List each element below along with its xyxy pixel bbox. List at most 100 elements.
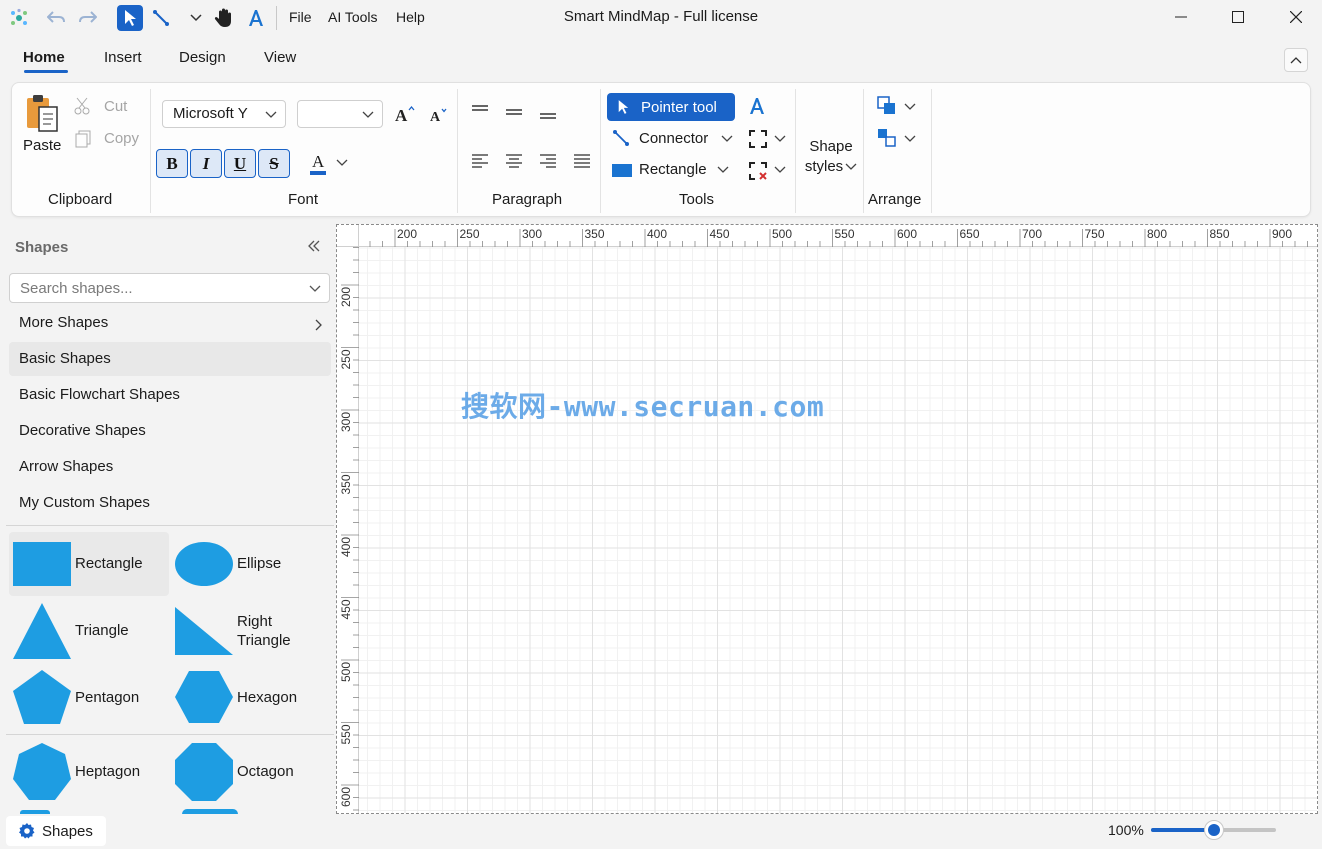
strikethrough-button[interactable]: S <box>258 149 290 178</box>
cut-icon <box>74 97 92 118</box>
chevron-down-icon[interactable] <box>904 135 916 143</box>
align-bottom-icon[interactable] <box>540 107 556 123</box>
shape-styles-button[interactable]: Shape styles <box>802 137 860 177</box>
minimize-button[interactable] <box>1158 0 1204 34</box>
chevron-down-icon[interactable] <box>774 166 786 174</box>
category-arrow-shapes[interactable]: Arrow Shapes <box>9 450 331 484</box>
shape-right-triangle[interactable]: Right Triangle <box>171 599 331 663</box>
align-top-icon[interactable] <box>472 103 488 119</box>
ruler-left-label: 450 <box>339 599 353 619</box>
collapse-ribbon-button[interactable] <box>1284 48 1308 72</box>
shape-hexagon[interactable]: Hexagon <box>171 666 331 730</box>
octagon-shape-icon <box>175 743 233 801</box>
italic-button[interactable]: I <box>190 149 222 178</box>
font-color-letter: A <box>312 152 325 171</box>
pointer-tool-button[interactable]: Pointer tool <box>607 93 735 121</box>
underline-button[interactable]: U <box>224 149 256 178</box>
copy-button[interactable]: Copy <box>104 130 139 147</box>
menu-ai-tools[interactable]: AI Tools <box>328 9 378 25</box>
bring-forward-icon[interactable] <box>877 96 897 119</box>
active-tab-indicator <box>24 70 68 73</box>
font-size-combo[interactable] <box>297 100 383 128</box>
shape-styles-label-1: Shape <box>809 138 853 155</box>
pointer-tool-label: Pointer tool <box>641 98 717 116</box>
category-basic-shapes[interactable]: Basic Shapes <box>9 342 331 376</box>
align-center-icon[interactable] <box>506 154 522 171</box>
send-backward-icon[interactable] <box>877 128 897 151</box>
category-more-shapes[interactable]: More Shapes <box>9 306 331 340</box>
tab-home[interactable]: Home <box>23 49 65 66</box>
paste-button[interactable]: Paste <box>23 137 61 154</box>
group-separator <box>150 89 151 213</box>
shape-heptagon[interactable]: Heptagon <box>9 740 169 804</box>
tab-view[interactable]: View <box>264 49 296 66</box>
text-tool-icon[interactable] <box>748 97 766 118</box>
rectangle-tool-button[interactable]: Rectangle <box>639 161 707 178</box>
diagram-canvas[interactable]: 200 250 300 350 400 450 500 550 600 650 700 750 800 8… <box>336 224 1318 814</box>
chevron-down-icon[interactable] <box>183 5 209 31</box>
shape-rectangle[interactable]: Rectangle <box>9 532 169 596</box>
font-color-button[interactable]: A <box>308 151 352 177</box>
hand-tool-icon[interactable] <box>211 5 237 31</box>
align-middle-icon[interactable] <box>506 105 522 121</box>
category-decorative-shapes[interactable]: Decorative Shapes <box>9 414 331 448</box>
paragraph-group-label: Paragraph <box>492 191 563 208</box>
canvas-grid[interactable] <box>359 247 1317 813</box>
clipboard-group-label: Clipboard <box>48 191 113 208</box>
shape-label: Octagon <box>237 763 294 780</box>
close-button[interactable] <box>1273 0 1319 34</box>
panel-divider <box>6 734 334 735</box>
undo-icon[interactable] <box>43 5 69 31</box>
category-my-custom-shapes[interactable]: My Custom Shapes <box>9 486 331 520</box>
align-right-icon[interactable] <box>540 154 556 171</box>
zoom-slider[interactable] <box>1151 820 1276 840</box>
connector-tool-icon[interactable] <box>148 5 174 31</box>
tab-design[interactable]: Design <box>179 49 226 66</box>
copy-icon <box>74 130 92 151</box>
chevron-down-icon[interactable] <box>717 166 729 174</box>
shrink-font-icon[interactable]: A <box>430 107 448 126</box>
ruler-top-label: 250 <box>460 227 480 241</box>
grow-font-icon[interactable]: A <box>395 105 415 126</box>
status-shapes-tab[interactable]: Shapes <box>6 816 106 846</box>
align-left-icon[interactable] <box>472 154 488 171</box>
rectangle-shape-icon <box>13 542 71 586</box>
ruler-left-label: 500 <box>339 662 353 682</box>
chevron-down-icon <box>309 285 321 292</box>
ruler-left-ticks: 200 250 300 350 400 450 500 550 600 <box>339 247 359 811</box>
ruler-left-label: 200 <box>339 287 353 307</box>
font-family-combo[interactable]: Microsoft Y <box>162 100 286 128</box>
chevron-down-icon[interactable] <box>721 135 733 143</box>
pointer-tool-icon[interactable] <box>117 5 143 31</box>
ruler-top-label: 650 <box>960 227 980 241</box>
shape-triangle[interactable]: Triangle <box>9 599 169 663</box>
tab-insert[interactable]: Insert <box>104 49 142 66</box>
deselect-area-icon[interactable] <box>748 161 768 184</box>
chevron-down-icon <box>336 159 348 166</box>
text-tool-icon[interactable] <box>243 5 269 31</box>
ruler-top-label: 450 <box>710 227 730 241</box>
ribbon: Paste Cut Copy Clipboard Microsoft Y A A… <box>11 82 1311 217</box>
maximize-button[interactable] <box>1215 0 1261 34</box>
chevron-down-icon[interactable] <box>774 135 786 143</box>
ruler-top-label: 800 <box>1147 227 1167 241</box>
cut-button[interactable]: Cut <box>104 98 127 115</box>
paste-icon[interactable] <box>25 93 59 136</box>
zoom-slider-thumb[interactable] <box>1203 820 1224 840</box>
menu-file[interactable]: File <box>289 9 312 25</box>
ruler-top-label: 900 <box>1272 227 1292 241</box>
menu-help[interactable]: Help <box>396 9 425 25</box>
redo-icon[interactable] <box>75 5 101 31</box>
search-shapes-input[interactable]: Search shapes... <box>9 273 330 303</box>
select-area-icon[interactable] <box>748 129 768 152</box>
collapse-panel-icon[interactable] <box>307 239 321 256</box>
category-basic-flowchart-shapes[interactable]: Basic Flowchart Shapes <box>9 378 331 412</box>
shape-octagon[interactable]: Octagon <box>171 740 331 804</box>
connector-button[interactable]: Connector <box>639 130 708 147</box>
chevron-down-icon[interactable] <box>904 103 916 111</box>
ruler-left-label: 300 <box>339 412 353 432</box>
align-justify-icon[interactable] <box>574 154 590 171</box>
shape-ellipse[interactable]: Ellipse <box>171 532 331 596</box>
shape-pentagon[interactable]: Pentagon <box>9 666 169 730</box>
bold-button[interactable]: B <box>156 149 188 178</box>
